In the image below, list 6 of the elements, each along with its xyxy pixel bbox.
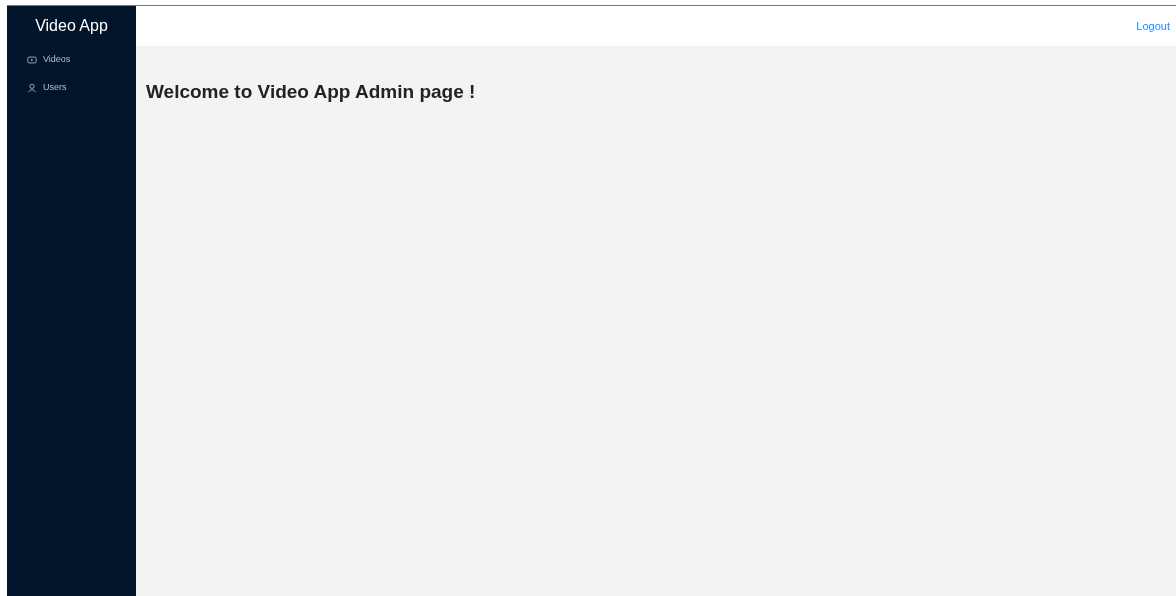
- user-icon: [27, 83, 37, 93]
- nav-item[interactable]: Users: [7, 74, 136, 102]
- app-title: Video App: [34, 16, 109, 36]
- welcome-heading: Welcome to Video App Admin page !: [146, 80, 476, 104]
- video-icon: [27, 55, 37, 65]
- nav-item[interactable]: Videos: [7, 46, 136, 74]
